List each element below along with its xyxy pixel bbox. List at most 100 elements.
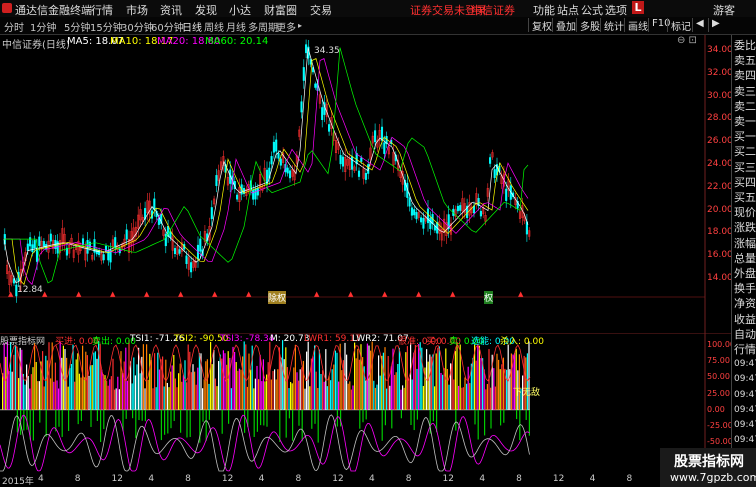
guest-label[interactable]: 游客 — [713, 2, 735, 18]
quan-marker[interactable]: 权 — [484, 291, 494, 304]
indicator-bar — [275, 379, 277, 410]
indicator-bar — [469, 383, 471, 410]
menu-hangqing[interactable]: 行情 — [91, 2, 113, 18]
indicator-bar — [30, 374, 32, 410]
sidebar-item[interactable]: 自动 — [734, 328, 756, 341]
period-monthly[interactable]: 月线 — [226, 19, 246, 34]
l-badge[interactable]: L — [632, 1, 644, 14]
indicator-bar — [262, 359, 264, 410]
chuquan-marker[interactable]: 除权 — [268, 291, 287, 304]
period-multi[interactable]: 多周期 — [248, 19, 278, 34]
indicator-neg-bar — [285, 409, 287, 438]
menu-caifuquan[interactable]: 财富圈 — [264, 2, 297, 18]
period-daily[interactable]: 日线 — [182, 19, 202, 34]
menu-xiaoda[interactable]: 小达 — [229, 2, 251, 18]
price-tick: 16.00 — [707, 250, 733, 261]
indicator-neg-bar — [144, 409, 146, 422]
btn-duogu[interactable]: 多股 — [576, 18, 600, 33]
indicator-bar — [152, 388, 154, 410]
broker-name[interactable]: 中信证券 — [471, 2, 515, 18]
period-1min[interactable]: 1分钟 — [30, 19, 56, 34]
btn-huaxian[interactable]: 画线 — [624, 18, 648, 33]
indicator-neg-bar — [202, 409, 204, 422]
indicator-neg-bar — [58, 409, 60, 427]
indicator-bar — [330, 380, 332, 410]
indicator-bar — [18, 378, 20, 410]
candle-body — [300, 101, 303, 113]
btn-fuquan[interactable]: 复权 — [528, 18, 552, 33]
candle-body — [415, 212, 418, 220]
date-axis: 2015年 4812481248124812481248124 — [0, 473, 731, 487]
btn-tongji[interactable]: 统计 — [600, 18, 624, 33]
indicator-bar — [139, 373, 141, 410]
btn-prev-icon[interactable]: ◀ — [692, 18, 704, 32]
btn-next-icon[interactable]: ▶ — [708, 18, 720, 32]
date-tick: 8 — [74, 474, 81, 484]
menu-shichang[interactable]: 市场 — [126, 2, 148, 18]
sidebar-item: 涨幅 — [734, 236, 756, 250]
indicator-bar — [226, 364, 228, 410]
sidebar-item[interactable]: 行情 — [734, 343, 756, 356]
price-tick: 22.00 — [707, 181, 733, 192]
indicator-neg-bar — [298, 409, 300, 426]
indicator-bar — [349, 381, 351, 410]
sidebar-item[interactable]: 09:47 — [734, 373, 756, 386]
indicator-bar — [294, 344, 296, 410]
candle-body — [420, 217, 423, 223]
date-tick: 4 — [38, 474, 44, 484]
indicator-neg-bar — [90, 409, 92, 427]
indicator-neg-bar — [365, 409, 367, 420]
quote-sidebar[interactable]: 委比 卖五 卖四 卖三 卖二 卖一 买一 买二 买三 买四 买五 现价 涨跌 涨幅 总量 外盘 换手 净资 收益 自动… — [731, 35, 756, 487]
indicator-bar — [50, 378, 52, 410]
indicator-bar — [258, 379, 260, 410]
sidebar-item[interactable]: 09:47 — [734, 434, 756, 447]
menu-faxian[interactable]: 发现 — [195, 2, 217, 18]
sidebar-item[interactable]: 09:47 — [734, 389, 756, 402]
low-price-label: 12.84 — [17, 285, 43, 295]
sidebar-item[interactable]: 09:47 — [734, 419, 756, 432]
indicator-bar — [280, 357, 282, 410]
indicator-bar — [453, 379, 455, 410]
event-tick: ▲ — [8, 290, 14, 298]
menu-gongshi[interactable]: 公式 — [581, 2, 603, 18]
indicator-bar — [245, 344, 247, 410]
kline-chart[interactable]: ▲▲▲▲▲▲▲▲▲▲▲▲▲▲▲▲ 中信证券(日线) MA5: 18.07 MA1… — [0, 35, 733, 335]
indicator-panel[interactable]: 股票指标网 买进: 0.00 卖出: 0.00 TSI1: -71.26 TSI2: … — [0, 333, 735, 473]
btn-biaoji[interactable]: 标记 — [667, 18, 691, 33]
indicator-neg-bar — [173, 409, 175, 421]
btn-diejia[interactable]: 叠加 — [552, 18, 576, 33]
period-fenshi[interactable]: 分时 — [4, 19, 24, 34]
indicator-bar — [224, 353, 226, 410]
period-60min[interactable]: 60分钟 — [151, 19, 184, 34]
menu-gongneng[interactable]: 功能 — [533, 2, 555, 18]
menu-zixun[interactable]: 资讯 — [160, 2, 182, 18]
indicator-neg-bar — [16, 409, 18, 433]
period-more[interactable]: 更多 — [276, 19, 296, 34]
indicator-bar — [523, 355, 525, 410]
indicator-bar — [515, 348, 517, 410]
menu-xuanxiang[interactable]: 选项 — [605, 2, 627, 18]
sidebar-item[interactable]: 09:47 — [734, 404, 756, 417]
indicator-bar — [395, 372, 397, 410]
indicator-neg-bar — [68, 409, 70, 431]
indicator-bar — [386, 388, 388, 410]
menu-jiaoyi[interactable]: 交易 — [310, 2, 332, 18]
period-15min[interactable]: 15分钟 — [90, 19, 123, 34]
period-30min[interactable]: 30分钟 — [121, 19, 154, 34]
sidebar-item[interactable]: 09:47 — [734, 358, 756, 371]
panel-controls[interactable]: ⊖ ⊡ — [677, 35, 697, 46]
period-weekly[interactable]: 周线 — [204, 19, 224, 34]
more-arrow-icon[interactable]: ▸ — [298, 21, 302, 30]
indicator-bar — [253, 388, 255, 410]
menu-zhandian[interactable]: 站点 — [557, 2, 579, 18]
indicator-bar — [480, 358, 482, 410]
indicator-bar — [394, 374, 396, 410]
date-tick: 4 — [589, 474, 596, 484]
price-tick: 34.00 — [707, 45, 733, 55]
indicator-bar — [219, 354, 221, 410]
indicator-bar — [365, 380, 367, 410]
period-5min[interactable]: 5分钟 — [64, 19, 90, 34]
price-tick: 26.00 — [707, 136, 733, 147]
date-tick: 8 — [516, 474, 522, 484]
indicator-bar — [448, 384, 450, 410]
